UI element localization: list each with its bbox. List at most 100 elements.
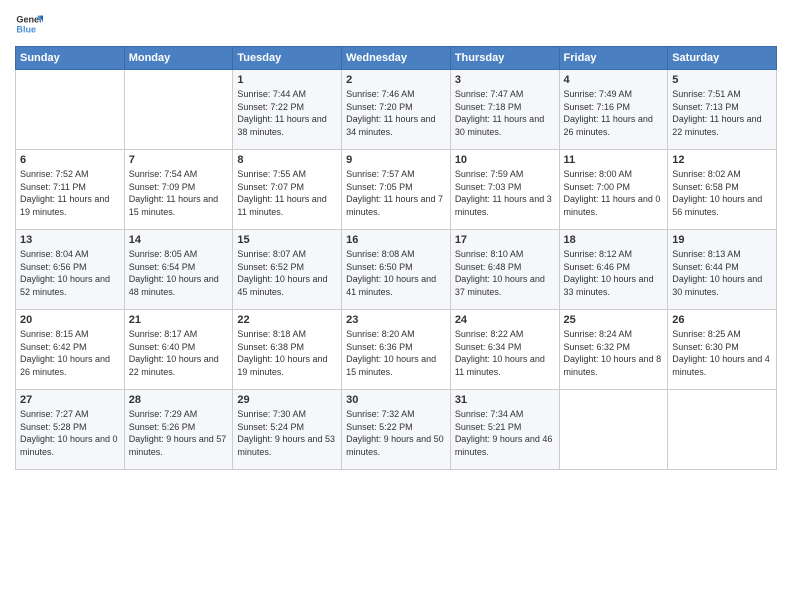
logo: General Blue: [15, 10, 43, 38]
day-info: Sunrise: 7:51 AMSunset: 7:13 PMDaylight:…: [672, 89, 761, 137]
day-number: 26: [672, 314, 772, 326]
calendar-cell: 16 Sunrise: 8:08 AMSunset: 6:50 PMDayligh…: [342, 230, 451, 310]
calendar-cell: 7 Sunrise: 7:54 AMSunset: 7:09 PMDaylight…: [124, 150, 233, 230]
day-number: 19: [672, 234, 772, 246]
day-info: Sunrise: 8:07 AMSunset: 6:52 PMDaylight:…: [237, 249, 327, 297]
weekday-header: Saturday: [668, 47, 777, 70]
day-number: 29: [237, 394, 337, 406]
day-number: 28: [129, 394, 229, 406]
calendar-cell: 9 Sunrise: 7:57 AMSunset: 7:05 PMDaylight…: [342, 150, 451, 230]
day-number: 1: [237, 74, 337, 86]
calendar-cell: 31 Sunrise: 7:34 AMSunset: 5:21 PMDayligh…: [450, 390, 559, 470]
day-info: Sunrise: 7:32 AMSunset: 5:22 PMDaylight:…: [346, 409, 444, 457]
calendar-cell: 14 Sunrise: 8:05 AMSunset: 6:54 PMDayligh…: [124, 230, 233, 310]
day-number: 23: [346, 314, 446, 326]
calendar-cell: 22 Sunrise: 8:18 AMSunset: 6:38 PMDayligh…: [233, 310, 342, 390]
day-info: Sunrise: 7:44 AMSunset: 7:22 PMDaylight:…: [237, 89, 326, 137]
calendar-cell: 17 Sunrise: 8:10 AMSunset: 6:48 PMDayligh…: [450, 230, 559, 310]
day-number: 6: [20, 154, 120, 166]
day-number: 17: [455, 234, 555, 246]
day-number: 30: [346, 394, 446, 406]
calendar-cell: 27 Sunrise: 7:27 AMSunset: 5:28 PMDayligh…: [16, 390, 125, 470]
calendar-cell: 29 Sunrise: 7:30 AMSunset: 5:24 PMDayligh…: [233, 390, 342, 470]
calendar-cell: 21 Sunrise: 8:17 AMSunset: 6:40 PMDayligh…: [124, 310, 233, 390]
day-info: Sunrise: 8:04 AMSunset: 6:56 PMDaylight:…: [20, 249, 110, 297]
day-number: 27: [20, 394, 120, 406]
day-number: 20: [20, 314, 120, 326]
day-number: 10: [455, 154, 555, 166]
day-number: 15: [237, 234, 337, 246]
day-info: Sunrise: 7:27 AMSunset: 5:28 PMDaylight:…: [20, 409, 118, 457]
logo-icon: General Blue: [15, 10, 43, 38]
calendar-cell: 15 Sunrise: 8:07 AMSunset: 6:52 PMDayligh…: [233, 230, 342, 310]
day-info: Sunrise: 8:00 AMSunset: 7:00 PMDaylight:…: [564, 169, 661, 217]
day-number: 9: [346, 154, 446, 166]
weekday-header: Sunday: [16, 47, 125, 70]
day-info: Sunrise: 8:10 AMSunset: 6:48 PMDaylight:…: [455, 249, 545, 297]
day-info: Sunrise: 8:08 AMSunset: 6:50 PMDaylight:…: [346, 249, 436, 297]
calendar-cell: 8 Sunrise: 7:55 AMSunset: 7:07 PMDaylight…: [233, 150, 342, 230]
weekday-header: Thursday: [450, 47, 559, 70]
day-number: 7: [129, 154, 229, 166]
day-info: Sunrise: 8:24 AMSunset: 6:32 PMDaylight:…: [564, 329, 662, 377]
calendar-cell: 2 Sunrise: 7:46 AMSunset: 7:20 PMDaylight…: [342, 70, 451, 150]
day-number: 3: [455, 74, 555, 86]
day-info: Sunrise: 7:57 AMSunset: 7:05 PMDaylight:…: [346, 169, 443, 217]
weekday-header: Monday: [124, 47, 233, 70]
day-info: Sunrise: 8:15 AMSunset: 6:42 PMDaylight:…: [20, 329, 110, 377]
calendar-cell: 18 Sunrise: 8:12 AMSunset: 6:46 PMDayligh…: [559, 230, 668, 310]
day-info: Sunrise: 7:54 AMSunset: 7:09 PMDaylight:…: [129, 169, 218, 217]
day-number: 31: [455, 394, 555, 406]
day-info: Sunrise: 8:02 AMSunset: 6:58 PMDaylight:…: [672, 169, 762, 217]
day-number: 8: [237, 154, 337, 166]
day-number: 5: [672, 74, 772, 86]
day-info: Sunrise: 7:30 AMSunset: 5:24 PMDaylight:…: [237, 409, 335, 457]
calendar-cell: [559, 390, 668, 470]
day-info: Sunrise: 7:52 AMSunset: 7:11 PMDaylight:…: [20, 169, 109, 217]
calendar-cell: 11Sunrise: 8:00 AMSunset: 7:00 PMDayligh…: [559, 150, 668, 230]
calendar-cell: [668, 390, 777, 470]
day-info: Sunrise: 7:49 AMSunset: 7:16 PMDaylight:…: [564, 89, 653, 137]
day-number: 18: [564, 234, 664, 246]
calendar-cell: 19 Sunrise: 8:13 AMSunset: 6:44 PMDayligh…: [668, 230, 777, 310]
day-info: Sunrise: 7:46 AMSunset: 7:20 PMDaylight:…: [346, 89, 435, 137]
calendar-cell: 25 Sunrise: 8:24 AMSunset: 6:32 PMDayligh…: [559, 310, 668, 390]
day-info: Sunrise: 7:59 AMSunset: 7:03 PMDaylight:…: [455, 169, 552, 217]
day-number: 2: [346, 74, 446, 86]
calendar-cell: 6 Sunrise: 7:52 AMSunset: 7:11 PMDaylight…: [16, 150, 125, 230]
day-info: Sunrise: 8:13 AMSunset: 6:44 PMDaylight:…: [672, 249, 762, 297]
calendar-cell: 24 Sunrise: 8:22 AMSunset: 6:34 PMDayligh…: [450, 310, 559, 390]
day-info: Sunrise: 8:22 AMSunset: 6:34 PMDaylight:…: [455, 329, 545, 377]
day-number: 13: [20, 234, 120, 246]
calendar-cell: [16, 70, 125, 150]
calendar-cell: [124, 70, 233, 150]
day-number: 4: [564, 74, 664, 86]
day-info: Sunrise: 7:34 AMSunset: 5:21 PMDaylight:…: [455, 409, 553, 457]
day-info: Sunrise: 8:25 AMSunset: 6:30 PMDaylight:…: [672, 329, 770, 377]
day-info: Sunrise: 8:05 AMSunset: 6:54 PMDaylight:…: [129, 249, 219, 297]
day-info: Sunrise: 7:47 AMSunset: 7:18 PMDaylight:…: [455, 89, 544, 137]
calendar-table: SundayMondayTuesdayWednesdayThursdayFrid…: [15, 46, 777, 470]
weekday-header: Friday: [559, 47, 668, 70]
day-info: Sunrise: 8:12 AMSunset: 6:46 PMDaylight:…: [564, 249, 654, 297]
day-info: Sunrise: 8:20 AMSunset: 6:36 PMDaylight:…: [346, 329, 436, 377]
calendar-cell: 13 Sunrise: 8:04 AMSunset: 6:56 PMDayligh…: [16, 230, 125, 310]
day-number: 24: [455, 314, 555, 326]
day-number: 21: [129, 314, 229, 326]
day-info: Sunrise: 7:29 AMSunset: 5:26 PMDaylight:…: [129, 409, 227, 457]
day-number: 16: [346, 234, 446, 246]
calendar-cell: 5 Sunrise: 7:51 AMSunset: 7:13 PMDaylight…: [668, 70, 777, 150]
day-info: Sunrise: 7:55 AMSunset: 7:07 PMDaylight:…: [237, 169, 326, 217]
day-info: Sunrise: 8:17 AMSunset: 6:40 PMDaylight:…: [129, 329, 219, 377]
calendar-cell: 10 Sunrise: 7:59 AMSunset: 7:03 PMDayligh…: [450, 150, 559, 230]
calendar-cell: 26 Sunrise: 8:25 AMSunset: 6:30 PMDayligh…: [668, 310, 777, 390]
day-number: 14: [129, 234, 229, 246]
calendar-cell: 28 Sunrise: 7:29 AMSunset: 5:26 PMDayligh…: [124, 390, 233, 470]
day-number: 25: [564, 314, 664, 326]
day-number: 22: [237, 314, 337, 326]
calendar-cell: 30 Sunrise: 7:32 AMSunset: 5:22 PMDayligh…: [342, 390, 451, 470]
svg-text:Blue: Blue: [16, 24, 36, 34]
weekday-header: Tuesday: [233, 47, 342, 70]
day-info: Sunrise: 8:18 AMSunset: 6:38 PMDaylight:…: [237, 329, 327, 377]
calendar-cell: 23 Sunrise: 8:20 AMSunset: 6:36 PMDayligh…: [342, 310, 451, 390]
